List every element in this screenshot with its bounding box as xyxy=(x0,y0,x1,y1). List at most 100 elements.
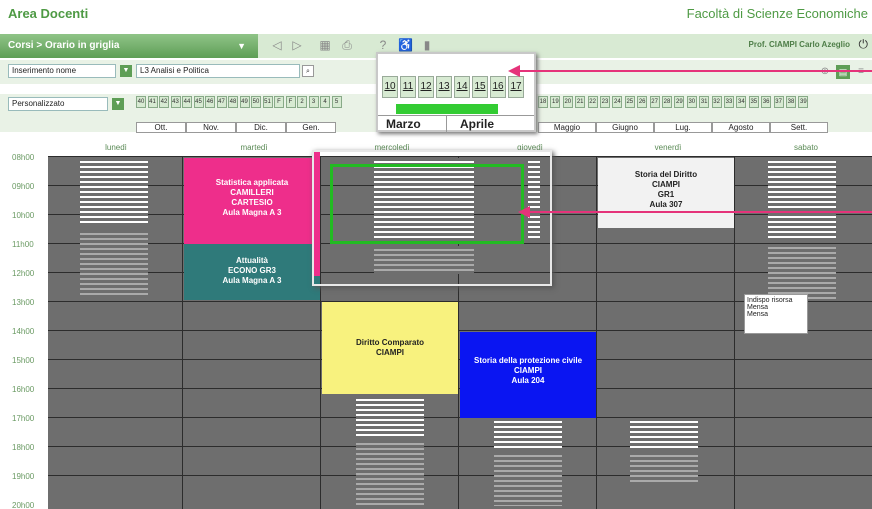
zoom-week-button[interactable]: 14 xyxy=(454,76,470,98)
week-button[interactable]: 19 xyxy=(550,96,561,108)
week-button[interactable]: 32 xyxy=(711,96,722,108)
week-button[interactable]: 24 xyxy=(612,96,623,108)
print-icon[interactable]: ⎙ xyxy=(340,38,354,52)
event-strip xyxy=(314,152,320,276)
chevron-down-icon[interactable]: ▼ xyxy=(237,41,246,51)
hour-label: 13h00 xyxy=(12,298,35,307)
week-button[interactable]: 42 xyxy=(159,96,169,108)
week-button[interactable]: 33 xyxy=(724,96,734,108)
week-button[interactable]: 29 xyxy=(674,96,685,108)
week-button[interactable]: 47 xyxy=(216,96,227,108)
week-button[interactable]: 26 xyxy=(637,96,648,108)
week-button[interactable]: 27 xyxy=(649,96,660,108)
zoom-icon[interactable]: ⊕ xyxy=(818,65,832,79)
event-teacher: CAMILLERI xyxy=(230,188,274,197)
week-button[interactable]: 4 xyxy=(320,96,330,108)
week-button[interactable]: 2 xyxy=(297,96,307,108)
event-title: Storia della protezione civile xyxy=(473,356,583,365)
event-storia-diritto[interactable]: Storia del Diritto CIAMPI GR1 Aula 307 xyxy=(598,158,734,228)
week-button[interactable]: 36 xyxy=(761,96,772,108)
week-button[interactable]: 28 xyxy=(662,96,672,108)
week-button[interactable]: 30 xyxy=(686,96,697,108)
week-button[interactable]: F xyxy=(274,96,284,108)
week-button[interactable]: 39 xyxy=(798,96,809,108)
week-button[interactable]: 5 xyxy=(331,96,342,108)
grid-icon[interactable]: ▦ xyxy=(318,38,332,52)
search-icon[interactable]: ⌕ xyxy=(302,65,314,77)
divider xyxy=(446,116,447,133)
event-title: Storia del Diritto xyxy=(634,170,698,179)
power-icon[interactable]: ⏻ xyxy=(859,37,869,52)
selection-box[interactable] xyxy=(330,164,524,244)
zoom-week-button[interactable]: 17 xyxy=(508,76,524,98)
event-room: Aula Magna A 3 xyxy=(222,208,282,217)
zoom-week-button[interactable]: 11 xyxy=(400,76,416,98)
free-slot xyxy=(630,418,698,448)
arrow-pointer xyxy=(518,70,872,72)
week-button[interactable]: 20 xyxy=(562,96,573,108)
week-button[interactable]: 23 xyxy=(600,96,610,108)
event-group: ECONO GR3 xyxy=(227,266,276,275)
week-button[interactable]: 34 xyxy=(736,96,747,108)
week-button[interactable]: 43 xyxy=(170,96,181,108)
week-button[interactable]: 49 xyxy=(239,96,250,108)
week-button[interactable]: 3 xyxy=(308,96,319,108)
event-attualita[interactable]: Attualità ECONO GR3 Aula Magna A 3 xyxy=(184,244,320,300)
zoom-week-button[interactable]: 15 xyxy=(472,76,488,98)
week-button[interactable]: 25 xyxy=(624,96,635,108)
day-header: sabato xyxy=(793,143,819,152)
week-button[interactable]: 50 xyxy=(251,96,261,108)
day-header: martedì xyxy=(240,143,268,152)
hour-label: 14h00 xyxy=(12,327,35,336)
chevron-down-icon[interactable]: ▼ xyxy=(120,65,132,77)
prev-icon[interactable]: ◁ xyxy=(270,38,284,52)
zoom-week-button[interactable]: 12 xyxy=(418,76,434,98)
help-icon[interactable]: ? xyxy=(376,38,390,52)
arrow-head-icon xyxy=(508,65,520,77)
week-button[interactable]: 18 xyxy=(538,96,548,108)
week-button[interactable]: 44 xyxy=(182,96,192,108)
insert-select[interactable]: Inserimento nome xyxy=(8,64,116,78)
week-button[interactable]: 35 xyxy=(748,96,759,108)
event-statistica[interactable]: Statistica applicata CAMILLERI CARTESIO … xyxy=(184,158,320,244)
zoom-months: Marzo Aprile xyxy=(378,115,534,133)
month-label: Ott. xyxy=(136,122,186,133)
week-button[interactable]: 45 xyxy=(193,96,204,108)
hour-label: 16h00 xyxy=(12,385,35,394)
week-button[interactable]: 40 xyxy=(136,96,146,108)
course-field[interactable]: L3 Analisi e Politica xyxy=(136,64,300,78)
month-label: Maggio xyxy=(538,122,596,133)
trash-icon[interactable]: ▮ xyxy=(420,38,434,52)
accessibility-icon[interactable]: ♿ xyxy=(398,38,413,52)
free-slot xyxy=(80,230,148,298)
week-button[interactable]: 41 xyxy=(147,96,158,108)
tooltip: Indispo risorsa Mensa Mensa xyxy=(744,294,808,334)
event-diritto-comparato[interactable]: Diritto Comparato CIAMPI xyxy=(322,302,458,394)
period-select[interactable]: Personalizzato xyxy=(8,97,108,111)
week-button[interactable]: 31 xyxy=(699,96,710,108)
zoom-week-button[interactable]: 13 xyxy=(436,76,452,98)
free-slot xyxy=(768,158,836,240)
week-button[interactable]: 21 xyxy=(575,96,586,108)
breadcrumb[interactable]: Corsi > Orario in griglia ▼ xyxy=(0,34,258,58)
month-label: Aprile xyxy=(460,117,495,131)
next-icon[interactable]: ▷ xyxy=(290,38,304,52)
week-button[interactable]: 46 xyxy=(205,96,215,108)
zoom-week-button[interactable]: 10 xyxy=(382,76,398,98)
week-button[interactable]: F xyxy=(285,96,296,108)
week-button[interactable]: 37 xyxy=(773,96,784,108)
month-label: Dic. xyxy=(236,122,286,133)
month-label: Gen. xyxy=(286,122,336,133)
week-button[interactable]: 51 xyxy=(262,96,273,108)
event-group: GR1 xyxy=(657,190,675,199)
chevron-down-icon[interactable]: ▼ xyxy=(112,98,124,110)
list-icon[interactable]: ≡ xyxy=(854,65,868,79)
view-icon[interactable]: ▤ xyxy=(836,65,850,79)
week-button[interactable]: 38 xyxy=(786,96,796,108)
week-button[interactable]: 48 xyxy=(228,96,238,108)
tooltip-line: Mensa xyxy=(747,311,769,318)
zoom-week-button[interactable]: 16 xyxy=(490,76,506,98)
week-button[interactable]: 22 xyxy=(587,96,598,108)
event-storia-protezione[interactable]: Storia della protezione civile CIAMPI Au… xyxy=(460,332,596,418)
grid-line-h xyxy=(48,475,872,476)
